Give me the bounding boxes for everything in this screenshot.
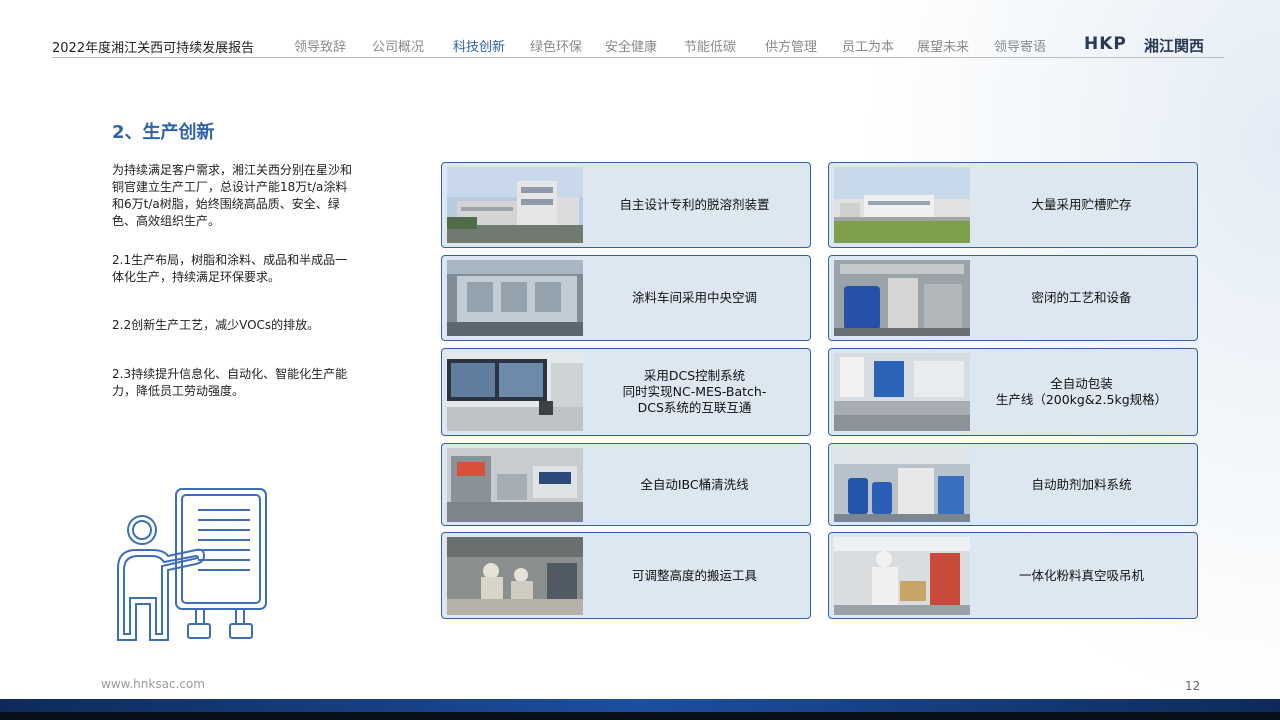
footer-bar-dark — [0, 712, 1280, 720]
card-desolventizing-device[interactable]: 自主设计专利的脱溶剂装置 — [441, 162, 811, 248]
card-vacuum-lifter[interactable]: 一体化粉料真空吸吊机 — [828, 532, 1198, 619]
card-caption: 自动助剂加料系统 — [1031, 476, 1132, 492]
nav-item-company-overview[interactable]: 公司概况 — [372, 36, 424, 55]
page-number: 12 — [1185, 679, 1201, 693]
card-caption: 全自动包装 生产线（200kg&2.5kg规格） — [995, 376, 1168, 407]
logo-name: 湘江関西 — [1144, 37, 1205, 55]
additive-dosing-photo — [834, 448, 970, 522]
nav-item-leadership-speech[interactable]: 领导致辞 — [294, 36, 346, 55]
card-auto-packaging[interactable]: 全自动包装 生产线（200kg&2.5kg规格） — [828, 348, 1198, 436]
handling-tool-photo — [447, 537, 583, 615]
card-dcs-control[interactable]: 采用DCS控制系统 同时实现NC-MES-Batch- DCS系统的互联互通 — [441, 348, 811, 436]
card-caption: 采用DCS控制系统 同时实现NC-MES-Batch- DCS系统的互联互通 — [622, 368, 767, 415]
nav-item-safety-health[interactable]: 安全健康 — [605, 36, 657, 55]
intro-paragraph: 为持续满足客户需求，湘江关西分别在星沙和铜官建立生产工厂，总设计产能18万t/a… — [112, 163, 353, 228]
nav-item-future-outlook[interactable]: 展望未来 — [917, 36, 969, 55]
storage-tank-site-photo — [834, 167, 970, 243]
card-ibc-washing[interactable]: 全自动IBC桶清洗线 — [441, 443, 811, 526]
card-additive-dosing[interactable]: 自动助剂加料系统 — [828, 443, 1198, 526]
nav-item-tech-innovation[interactable]: 科技创新 — [453, 36, 505, 55]
packaging-line-photo — [834, 353, 970, 431]
card-central-air-conditioning[interactable]: 涂料车间采用中央空调 — [441, 255, 811, 341]
production-innovation-grid: 自主设计专利的脱溶剂装置 大量采用贮槽贮存 涂料车间采用中央空调 密闭的工艺和设… — [441, 162, 1203, 620]
card-caption: 涂料车间采用中央空调 — [631, 290, 757, 305]
card-storage-tanks[interactable]: 大量采用贮槽贮存 — [828, 162, 1198, 248]
section-title: 2、生产创新 — [112, 122, 215, 143]
dcs-control-room-photo — [447, 353, 583, 431]
card-caption: 可调整高度的搬运工具 — [631, 567, 757, 583]
company-logo: HKP 湘江関西 — [1084, 34, 1224, 55]
report-title: 2022年度湘江关西可持续发展报告 — [52, 41, 255, 56]
nav-item-leadership-message[interactable]: 领导寄语 — [994, 36, 1046, 55]
header: 2022年度湘江关西可持续发展报告 领导致辞 公司概况 科技创新 绿色环保 安全… — [52, 30, 1224, 58]
closed-process-equipment-photo — [834, 260, 970, 336]
nav-item-people-oriented[interactable]: 员工为本 — [842, 36, 894, 55]
logo-mark: HKP — [1084, 34, 1127, 54]
point-2-1: 2.1生产布局，树脂和涂料、成品和半成品一体化生产，持续满足环保要求。 — [112, 253, 348, 284]
point-2-3: 2.3持续提升信息化、自动化、智能化生产能力，降低员工劳动强度。 — [112, 367, 348, 398]
point-2-2: 2.2创新生产工艺，减少VOCs的排放。 — [112, 318, 320, 332]
card-closed-process[interactable]: 密闭的工艺和设备 — [828, 255, 1198, 341]
card-height-adjustable-tool[interactable]: 可调整高度的搬运工具 — [441, 532, 811, 619]
factory-building-photo — [447, 167, 583, 243]
nav-item-energy-saving[interactable]: 节能低碳 — [684, 36, 736, 55]
card-caption: 密闭的工艺和设备 — [1031, 290, 1132, 305]
card-caption: 一体化粉料真空吸吊机 — [1018, 567, 1144, 583]
vacuum-lifter-photo — [834, 537, 970, 615]
card-caption: 全自动IBC桶清洗线 — [640, 476, 749, 492]
footer-bar — [0, 699, 1280, 712]
ibc-washing-line-photo — [447, 448, 583, 522]
footer-website-url[interactable]: www.hnksac.com — [101, 677, 205, 691]
card-caption: 大量采用贮槽贮存 — [1031, 197, 1132, 212]
card-caption: 自主设计专利的脱溶剂装置 — [619, 197, 770, 212]
nav-item-green-environment[interactable]: 绿色环保 — [530, 36, 582, 55]
hvac-duct-photo — [447, 260, 583, 336]
presenter-board-icon — [112, 484, 282, 646]
nav-item-supplier-management[interactable]: 供方管理 — [765, 36, 817, 55]
